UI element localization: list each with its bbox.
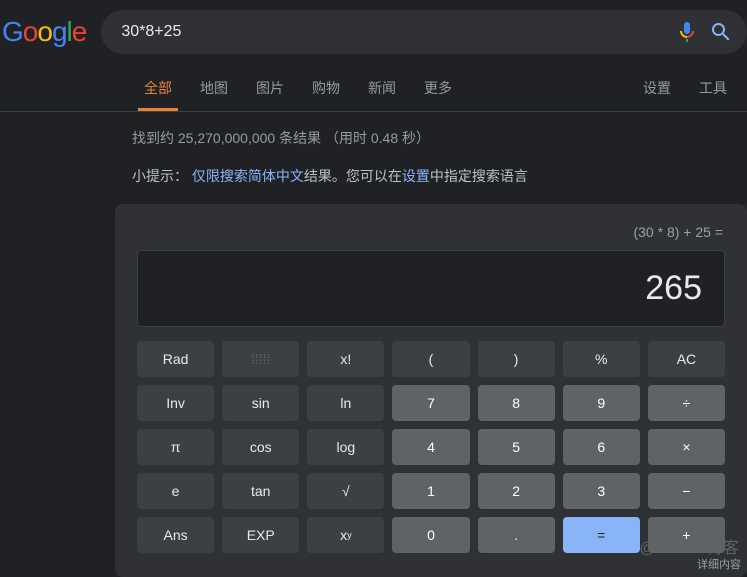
calc-buttons: Rad ⁞⁞⁞⁞⁞ x! ( ) % AC Inv sin ln 7 8 9 ÷… [137, 341, 725, 553]
search-input[interactable] [115, 23, 665, 41]
calc-equals[interactable]: = [563, 517, 640, 553]
calc-inv[interactable]: Inv [137, 385, 214, 421]
calc-e[interactable]: e [137, 473, 214, 509]
nav-tabs: 全部 地图 图片 购物 新闻 更多 设置 工具 [0, 64, 747, 112]
calc-0[interactable]: 0 [392, 517, 469, 553]
calc-sqrt[interactable]: √ [307, 473, 384, 509]
watermark: @51CTO博客 [639, 534, 739, 558]
calc-ans[interactable]: Ans [137, 517, 214, 553]
search-tip: 小提示： 仅限搜索简体中文结果。您可以在设置中指定搜索语言 [0, 158, 747, 204]
calc-rparen[interactable]: ) [478, 341, 555, 377]
calc-deg[interactable]: ⁞⁞⁞⁞⁞ [222, 341, 299, 377]
search-bar [101, 10, 747, 54]
detail-link[interactable]: 详细内容 [697, 556, 741, 572]
tip-link-settings[interactable]: 设置 [402, 168, 430, 184]
calc-ac[interactable]: AC [648, 341, 725, 377]
results-count: 找到约 25,270,000,000 条结果 （用时 0.48 秒） [0, 112, 747, 158]
tab-shopping[interactable]: 购物 [298, 64, 354, 111]
calc-8[interactable]: 8 [478, 385, 555, 421]
nav-settings[interactable]: 设置 [629, 64, 685, 111]
tip-link-lang[interactable]: 简体中文 [248, 168, 304, 184]
calc-multiply[interactable]: × [648, 429, 725, 465]
calc-ln[interactable]: ln [307, 385, 384, 421]
tab-more[interactable]: 更多 [410, 64, 466, 111]
tab-images[interactable]: 图片 [242, 64, 298, 111]
mic-icon[interactable] [675, 20, 699, 44]
calc-7[interactable]: 7 [392, 385, 469, 421]
calc-3[interactable]: 3 [563, 473, 640, 509]
calc-tan[interactable]: tan [222, 473, 299, 509]
tab-news[interactable]: 新闻 [354, 64, 410, 111]
calc-5[interactable]: 5 [478, 429, 555, 465]
calc-9[interactable]: 9 [563, 385, 640, 421]
header: Google [0, 0, 747, 64]
calc-6[interactable]: 6 [563, 429, 640, 465]
calc-pi[interactable]: π [137, 429, 214, 465]
calc-rad[interactable]: Rad [137, 341, 214, 377]
calc-1[interactable]: 1 [392, 473, 469, 509]
calc-dot[interactable]: . [478, 517, 555, 553]
search-icon[interactable] [709, 20, 733, 44]
calc-lparen[interactable]: ( [392, 341, 469, 377]
calc-pow[interactable]: xy [307, 517, 384, 553]
calc-log[interactable]: log [307, 429, 384, 465]
calc-4[interactable]: 4 [392, 429, 469, 465]
tab-maps[interactable]: 地图 [186, 64, 242, 111]
tab-all[interactable]: 全部 [130, 64, 186, 111]
nav-tools[interactable]: 工具 [685, 64, 741, 111]
calc-minus[interactable]: − [648, 473, 725, 509]
calc-divide[interactable]: ÷ [648, 385, 725, 421]
calc-sin[interactable]: sin [222, 385, 299, 421]
calc-2[interactable]: 2 [478, 473, 555, 509]
calculator-card: (30 * 8) + 25 = 265 Rad ⁞⁞⁞⁞⁞ x! ( ) % A… [115, 204, 747, 577]
calc-factorial[interactable]: x! [307, 341, 384, 377]
calc-cos[interactable]: cos [222, 429, 299, 465]
calc-exp[interactable]: EXP [222, 517, 299, 553]
google-logo[interactable]: Google [2, 16, 86, 48]
calc-percent[interactable]: % [563, 341, 640, 377]
calc-result: 265 [137, 250, 725, 327]
tip-link-limit[interactable]: 仅限搜索 [192, 168, 248, 184]
calc-expression: (30 * 8) + 25 = [137, 224, 725, 240]
